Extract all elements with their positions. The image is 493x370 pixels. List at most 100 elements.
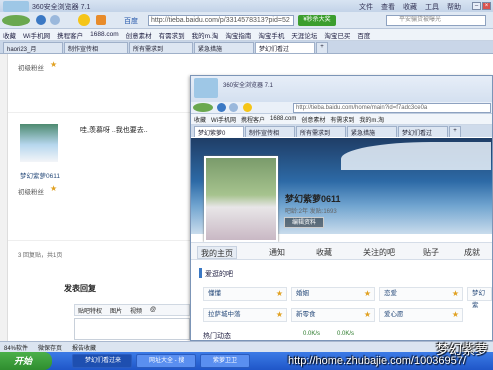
taskbar-item[interactable]: 网址大全 - 搜 [136,354,196,368]
favorites-item[interactable]: 有需求到 [330,115,354,124]
favorites-item[interactable]: 淘宝手机 [258,30,284,40]
nav-notify[interactable]: 通知 [269,246,285,259]
profile-meta: 吧龄:2年 发贴:1693 [285,209,337,215]
favorites-item[interactable]: 淘宝指南 [225,30,251,40]
mention-button[interactable]: @ [150,307,156,313]
bar-item[interactable]: 爱心愿 ★ [379,308,463,322]
status-item[interactable]: 报告收藏 [72,343,96,352]
edit-profile-button[interactable]: 编辑资料 [284,217,324,228]
nav-achievements[interactable]: 成就 [464,246,480,259]
nav-followed-bars[interactable]: 关注的吧 [363,246,395,259]
favorites-item[interactable]: 1688.com [270,116,296,122]
favorites-item[interactable]: 我的m.淘 [359,115,384,124]
star-icon: ★ [451,289,459,298]
menu-favorites[interactable]: 收藏 [403,2,417,12]
star-icon: ★ [451,310,459,319]
new-tab-button[interactable]: + [316,41,328,53]
divider [8,240,190,241]
bar-item-label: 梦幻紫 [472,290,485,309]
start-button[interactable]: 开始 [0,352,52,370]
taskbar-item[interactable]: 紫萝卫卫 [200,354,250,368]
forward-icon[interactable] [229,103,238,112]
favorites-item[interactable]: 创意素材 [301,115,325,124]
editor-toolbar: 贴吧特权 图片 视频 @ [74,304,190,316]
avatar[interactable] [20,124,58,162]
url-input[interactable]: http://tieba.baidu.com/p/3314578313?pid=… [148,15,294,26]
bar-item[interactable]: 婚姻 ★ [291,287,375,301]
reply-text: 哇,羡慕呀 ..我也要去.. [80,127,148,134]
tab-4[interactable]: 紧急措施 [194,41,254,53]
reply-editor[interactable] [74,318,190,340]
search-input[interactable]: 平安骗贷被曝光 [386,15,486,26]
taskbar-item[interactable]: 梦幻们看过来 [72,354,132,368]
favorites-item[interactable]: 收藏 [194,115,206,124]
favorites-item[interactable]: 创意素材 [126,30,152,40]
favorites-item[interactable]: 我的m.淘 [192,30,219,40]
favorites-item[interactable]: 收藏 [3,30,16,40]
star-icon: ★ [275,289,283,298]
status-item[interactable]: 微保存页 [38,343,62,352]
favorites-item[interactable]: 天涯论坛 [291,30,317,40]
favorites-item[interactable]: 百度 [357,30,370,40]
search-engine-label[interactable]: 百度 [124,16,138,26]
favorites-item[interactable]: Wi手机网 [23,30,50,40]
tab-2[interactable]: 制作宣传相 [245,125,295,137]
status-bar: 84%软件 微保存页 报告收藏 [0,341,493,352]
tab-5[interactable]: 梦幻们看过 [398,125,448,137]
forward-icon[interactable] [50,15,60,25]
sprout-logo-icon [193,103,213,112]
favorites-item[interactable]: 携程客户 [241,115,265,124]
tab-3[interactable]: 所有需求到 [129,41,193,53]
second-browser-window: 360安全浏览器 7.1 http://tieba.baidu.com/home… [190,75,493,341]
status-item[interactable]: 84%软件 [4,343,28,352]
bar-item-label: 拉萨城中落 [208,311,241,318]
privilege-button[interactable]: 贴吧特权 [78,306,102,315]
favorites-item[interactable]: 有需求到 [159,30,185,40]
back-icon[interactable] [36,15,46,25]
window2-address-bar: http://tieba.baidu.com/home/main?id=f7ad… [191,102,492,114]
favorites-item[interactable]: Wi手机网 [211,115,236,124]
star-icon: ★ [363,310,371,319]
profile-nav: 我的主页 通知 收藏 关注的吧 贴子 成就 [191,242,492,260]
bar-item[interactable]: 梦幻紫 [467,287,492,309]
profile-avatar[interactable] [204,156,278,242]
favorites-item[interactable]: 1688.com [90,31,119,38]
back-icon[interactable] [217,103,226,112]
username-link[interactable]: 梦幻紫萝0611 [20,170,60,180]
nav-home[interactable]: 我的主页 [197,246,237,259]
home-icon[interactable] [96,15,106,25]
sunflower-icon[interactable] [78,14,90,26]
minimize-button[interactable]: – [472,2,481,10]
tab-1[interactable]: 梦幻紫萝0 [194,125,244,137]
favorites-item[interactable]: 淘宝已买 [324,30,350,40]
bar-item[interactable]: 新零食 ★ [291,308,375,322]
tab-4[interactable]: 紧急措施 [347,125,397,137]
star-icon: ★ [275,310,283,319]
new-tab-button[interactable]: + [449,125,461,137]
favorites-item[interactable]: 携程客户 [57,30,83,40]
nav-favorites[interactable]: 收藏 [316,246,332,259]
sprout-logo-icon [2,15,30,26]
menu-tools[interactable]: 工具 [425,2,439,12]
menu-file[interactable]: 文件 [359,2,373,12]
tab-2[interactable]: 制作宣传相 [64,41,128,53]
bar-item[interactable]: 恋爱 ★ [379,287,463,301]
window2-url-input[interactable]: http://tieba.baidu.com/home/main?id=f7ad… [293,103,491,113]
divider [8,112,190,113]
bar-item[interactable]: 懂懂 ★ [203,287,287,301]
nav-posts[interactable]: 贴子 [423,246,439,259]
tab-3[interactable]: 所有需求到 [296,125,346,137]
bar-item-label: 懂懂 [208,290,221,297]
menu-view[interactable]: 查看 [381,2,395,12]
bar-item[interactable]: 拉萨城中落 ★ [203,308,287,322]
tab-5[interactable]: 梦幻们看过 [255,41,315,53]
close-button[interactable]: × [482,2,491,10]
image-button[interactable]: 图片 [110,306,122,315]
sunflower-icon[interactable] [243,103,252,112]
window-title: 360安全浏览器 7.1 [32,4,91,11]
hot-deal-button[interactable]: ¥秒杀大奖 [298,15,336,26]
menu-help[interactable]: 帮助 [447,2,461,12]
tab-1[interactable]: haori23_月 [3,41,63,53]
video-button[interactable]: 视频 [130,306,142,315]
browser-logo-icon [194,78,218,98]
